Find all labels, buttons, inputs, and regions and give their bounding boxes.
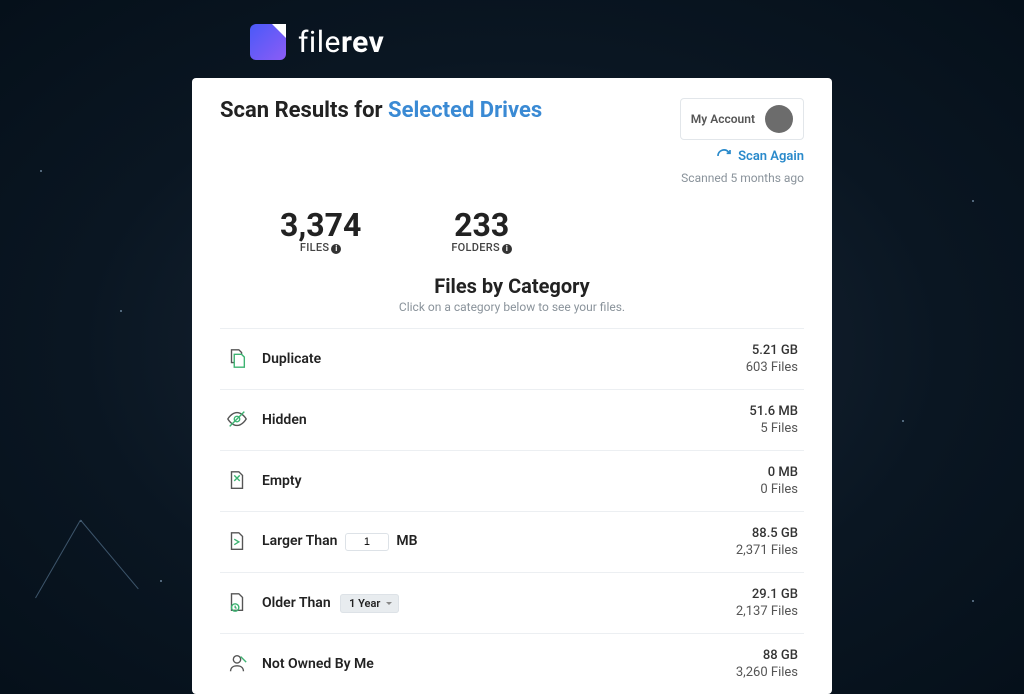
category-stats: 88.5 GB 2,371 Files	[736, 526, 798, 558]
category-file-count: 603 Files	[746, 360, 798, 375]
avatar	[765, 105, 793, 133]
category-stats: 0 MB 0 Files	[760, 465, 798, 497]
category-size: 51.6 MB	[749, 404, 798, 419]
my-account-label: My Account	[691, 112, 755, 126]
unit-label: MB	[396, 533, 417, 549]
category-file-count: 5 Files	[749, 421, 798, 436]
category-stats: 88 GB 3,260 Files	[736, 648, 798, 680]
category-row[interactable]: Larger Than MB 88.5 GB 2,371 Files	[220, 511, 804, 572]
files-count: 3,374	[280, 209, 361, 241]
brand-logo: filerev	[0, 0, 1024, 78]
category-name: Older Than 1 Year	[262, 595, 399, 611]
scanned-timestamp: Scanned 5 months ago	[220, 171, 804, 185]
category-row[interactable]: Not Owned By Me 88 GB 3,260 Files	[220, 633, 804, 694]
category-size: 88 GB	[736, 648, 798, 663]
category-row[interactable]: Older Than 1 Year 29.1 GB 2,137 Files	[220, 572, 804, 633]
category-file-count: 3,260 Files	[736, 665, 798, 680]
stat-files[interactable]: 3,374 FILESi	[280, 209, 361, 254]
refresh-icon	[716, 148, 732, 164]
scan-again-button[interactable]: Scan Again	[716, 148, 804, 164]
duplicate-icon	[226, 347, 248, 371]
info-icon[interactable]: i	[331, 244, 341, 254]
logo-text: filerev	[298, 25, 384, 60]
older-icon	[226, 591, 248, 615]
owner-icon	[226, 652, 248, 676]
category-size: 88.5 GB	[736, 526, 798, 541]
category-name: Hidden	[262, 412, 307, 428]
category-row[interactable]: Duplicate 5.21 GB 603 Files	[220, 328, 804, 389]
empty-icon	[226, 469, 248, 493]
category-stats: 29.1 GB 2,137 Files	[736, 587, 798, 619]
my-account-button[interactable]: My Account	[680, 98, 804, 140]
category-size: 5.21 GB	[746, 343, 798, 358]
larger-than-input[interactable]	[345, 533, 389, 551]
scan-again-label: Scan Again	[738, 149, 804, 164]
category-name: Empty	[262, 473, 302, 489]
hidden-icon	[226, 408, 248, 432]
category-row[interactable]: Hidden 51.6 MB 5 Files	[220, 389, 804, 450]
larger-icon	[226, 530, 248, 554]
category-file-count: 0 Files	[760, 482, 798, 497]
category-size: 29.1 GB	[736, 587, 798, 602]
logo-mark-icon	[250, 24, 286, 60]
folders-label: FOLDERS	[451, 241, 500, 254]
category-file-count: 2,137 Files	[736, 604, 798, 619]
files-label: FILES	[300, 241, 330, 254]
selected-drives-link[interactable]: Selected Drives	[388, 98, 542, 123]
folders-count: 233	[451, 209, 512, 241]
category-file-count: 2,371 Files	[736, 543, 798, 558]
category-name: Not Owned By Me	[262, 656, 374, 672]
category-row[interactable]: Empty 0 MB 0 Files	[220, 450, 804, 511]
results-card: Scan Results for Selected Drives My Acco…	[192, 78, 832, 694]
category-name: Duplicate	[262, 351, 321, 367]
older-than-select[interactable]: 1 Year	[340, 594, 399, 613]
category-name: Larger Than MB	[262, 533, 418, 551]
category-stats: 51.6 MB 5 Files	[749, 404, 798, 436]
category-size: 0 MB	[760, 465, 798, 480]
section-subtitle: Click on a category below to see your fi…	[220, 300, 804, 314]
stat-folders[interactable]: 233 FOLDERSi	[451, 209, 512, 254]
page-title: Scan Results for Selected Drives	[220, 98, 542, 123]
category-stats: 5.21 GB 603 Files	[746, 343, 798, 375]
info-icon[interactable]: i	[502, 244, 512, 254]
section-title: Files by Category	[220, 274, 804, 298]
